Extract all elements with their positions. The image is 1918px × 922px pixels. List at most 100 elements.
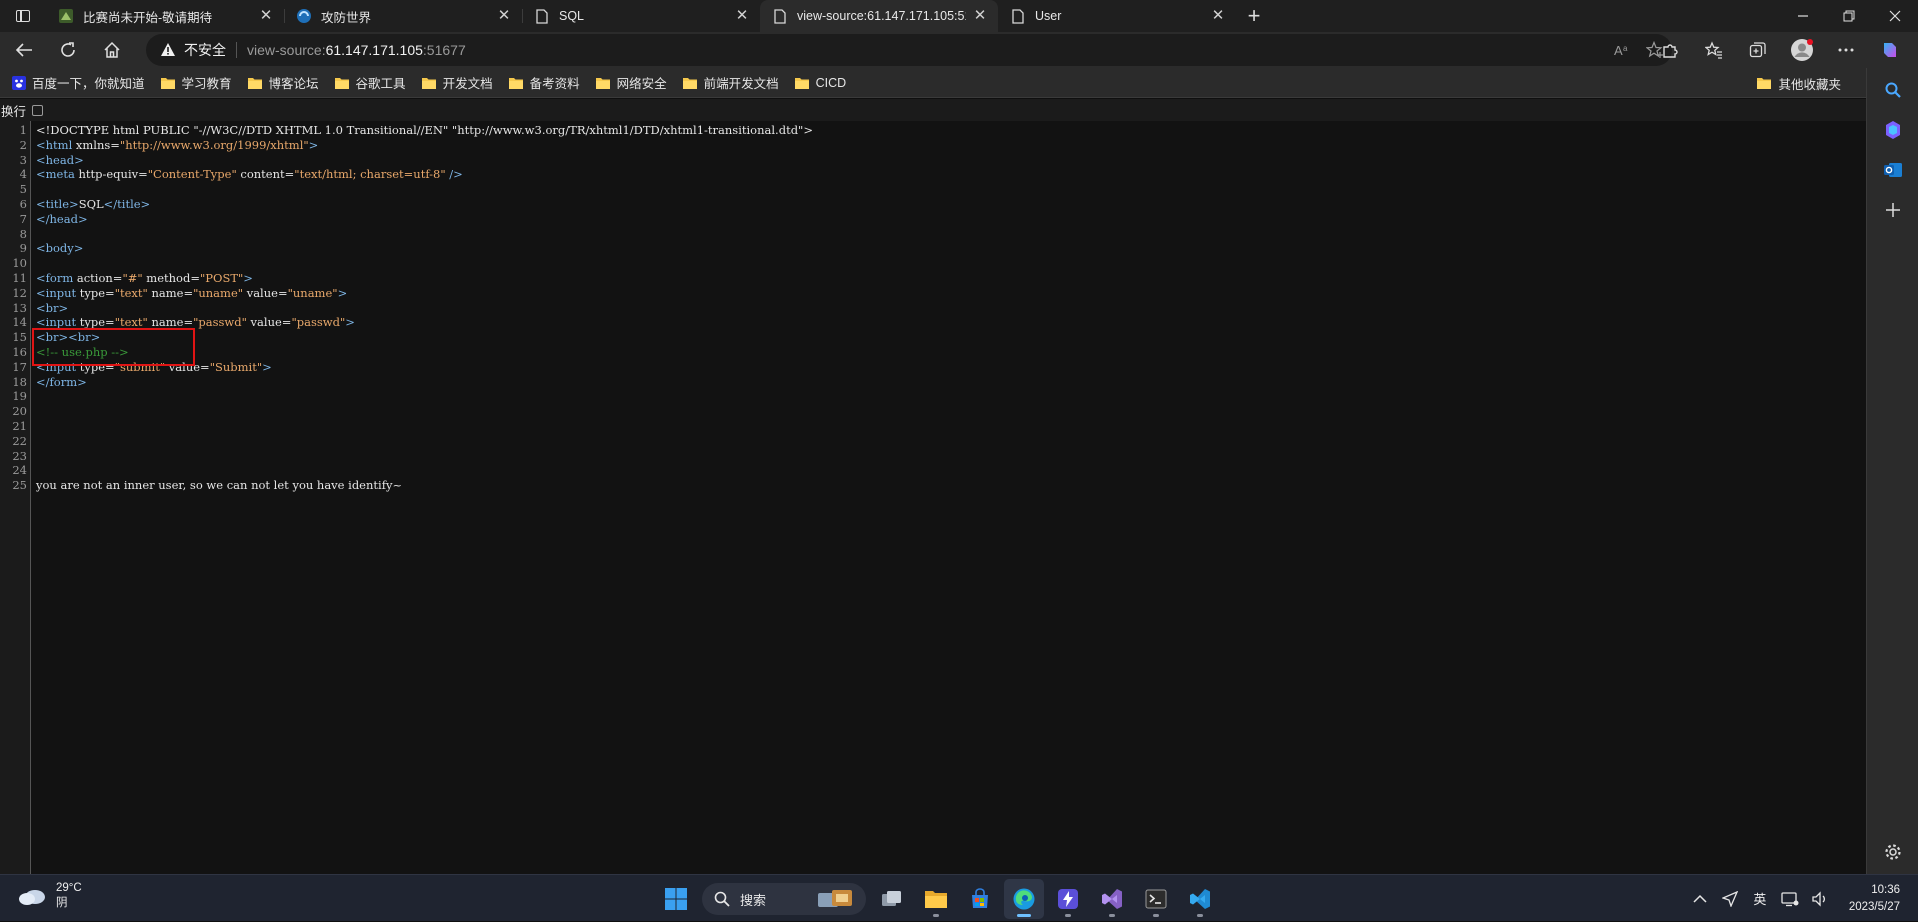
home-button[interactable] [92,34,132,66]
visual-studio-button[interactable] [1092,879,1132,919]
copilot-button[interactable] [1872,34,1908,66]
taskbar-search[interactable]: 搜索 [702,883,866,915]
settings-more-button[interactable] [1828,34,1864,66]
tab-view-source[interactable]: view-source:61.147.171.105:5167 ✕ [760,0,998,32]
refresh-icon [61,42,75,57]
source-line: 18 </form> [12,374,87,389]
source-line: 6 <title>SQL</title> [19,197,151,211]
task-view-button[interactable] [872,879,912,919]
task-view-icon [882,891,901,906]
tab-title: 比赛尚未开始-敬请期待 [83,10,213,25]
system-tray: 英 10:36 2023/5/27 [1685,875,1918,922]
bookmark-baidu[interactable]: 百度一下，你就知道 [12,73,145,92]
input-method-button[interactable]: 英 [1745,889,1775,908]
file-explorer-button[interactable] [916,879,956,919]
source-line: 10 [12,256,27,271]
sidebar-add-button[interactable] [1881,198,1905,222]
start-button[interactable] [656,879,696,919]
warning-icon[interactable] [160,42,176,58]
line-wrap-bar: 换行 [0,99,1866,121]
chevron-up-icon [1693,894,1707,903]
line-wrap-checkbox[interactable] [32,104,44,116]
back-button[interactable] [4,34,44,66]
search-placeholder: 搜索 [740,892,767,908]
location-button[interactable] [1715,890,1745,907]
folder-icon [595,77,610,89]
bookmark-folder-other[interactable]: 其他收藏夹 [1756,68,1841,98]
copilot-icon [1886,121,1900,139]
bookmark-folder-dev-docs[interactable]: 开发文档 [421,73,493,92]
bookmark-folder-frontend[interactable]: 前端开发文档 [682,73,779,92]
taskbar-apps: 搜索 [656,879,1220,919]
security-label[interactable]: 不安全 [184,40,226,60]
source-line: 11 <form action="#" method="POST"> [12,271,253,285]
tab-game[interactable]: 比赛尚未开始-敬请期待 ✕ [46,0,284,32]
tab-adworld[interactable]: 攻防世界 ✕ [284,0,522,32]
profile-button[interactable] [1784,34,1820,66]
copilot-icon [1884,43,1896,57]
bookmark-label: 其他收藏夹 [1778,77,1841,92]
tray-overflow-button[interactable] [1685,894,1715,904]
folder-icon [160,77,175,89]
bookmark-folder-google-tools[interactable]: 谷歌工具 [334,73,406,92]
view-source-content: 换行 1 <!DOCTYPE html PUBLIC "-//W3C//DTD X… [0,99,1866,874]
source-line: 3 <head> [19,152,84,167]
source-line: 9 <body> [19,241,84,256]
response-text: you are not an inner user, so we can not… [36,478,403,493]
bookmark-folder-security[interactable]: 网络安全 [595,73,667,92]
bookmark-folder-study[interactable]: 学习教育 [160,73,232,92]
source-line: 25 you are not an inner user, so we can n… [12,478,403,493]
terminal-button[interactable] [1136,879,1176,919]
clock[interactable]: 10:36 2023/5/27 [1849,882,1900,916]
close-tab-icon[interactable]: ✕ [496,8,512,24]
tab-actions-button[interactable] [0,0,46,32]
ms-store-button[interactable] [960,879,1000,919]
minimize-button[interactable] [1780,0,1826,32]
source-line: 23 [12,448,27,463]
close-tab-icon[interactable]: ✕ [1210,8,1226,24]
address-bar[interactable]: 不安全 view-source: 61.147.171.105:51677 Aa [146,34,1672,66]
close-tab-icon[interactable]: ✕ [734,8,750,24]
folder-icon [334,77,349,89]
extensions-button[interactable] [1652,34,1688,66]
bookmark-folder-cicd[interactable]: CICD [794,76,846,90]
back-arrow-icon [15,43,32,57]
bookmark-label: 前端开发文档 [703,77,779,91]
volume-button[interactable] [1805,890,1835,907]
favorites-button[interactable] [1696,34,1732,66]
folder-icon [1757,78,1772,89]
edge-button[interactable] [1004,879,1044,919]
weather-widget[interactable]: 29°C 阴 [18,881,82,911]
source-line: 2 <html xmlns="http://www.w3.org/1999/xht… [19,137,319,152]
tab-sql[interactable]: SQL ✕ [522,0,760,32]
sidebar-outlook-button[interactable] [1881,158,1905,182]
plus-icon [1886,203,1900,217]
sidebar-copilot-button[interactable] [1881,118,1905,142]
restore-button[interactable] [1826,0,1872,32]
tab-user[interactable]: User ✕ [998,0,1236,32]
power-automate-button[interactable] [1048,879,1088,919]
folder-icon [247,77,262,89]
vscode-button[interactable] [1180,879,1220,919]
network-icon [1781,891,1799,906]
more-icon [1838,48,1854,52]
bookmark-folder-exam[interactable]: 备考资料 [508,73,580,92]
source-line: 21 [12,419,27,433]
source-line: 8 [19,226,27,241]
refresh-button[interactable] [48,34,88,66]
sidebar-search-button[interactable] [1881,78,1905,102]
network-button[interactable] [1775,891,1805,907]
bookmark-folder-blogs[interactable]: 博客论坛 [247,73,319,92]
close-tab-icon[interactable]: ✕ [972,8,988,24]
link[interactable]: "http://www.w3.org/1999/xhtml" [120,138,309,152]
folder-icon [794,77,809,89]
close-window-button[interactable] [1872,0,1918,32]
sidebar-settings-button[interactable] [1881,840,1905,864]
new-tab-button[interactable]: + [1236,0,1272,32]
browser-window: 比赛尚未开始-敬请期待 ✕ 攻防世界 ✕ SQL ✕ view-source:6… [0,0,1918,921]
bookmark-label: 博客论坛 [268,77,319,91]
close-tab-icon[interactable]: ✕ [258,8,274,24]
collections-button[interactable] [1740,34,1776,66]
read-aloud-icon[interactable]: Aa [1614,42,1632,58]
home-icon [104,41,120,58]
